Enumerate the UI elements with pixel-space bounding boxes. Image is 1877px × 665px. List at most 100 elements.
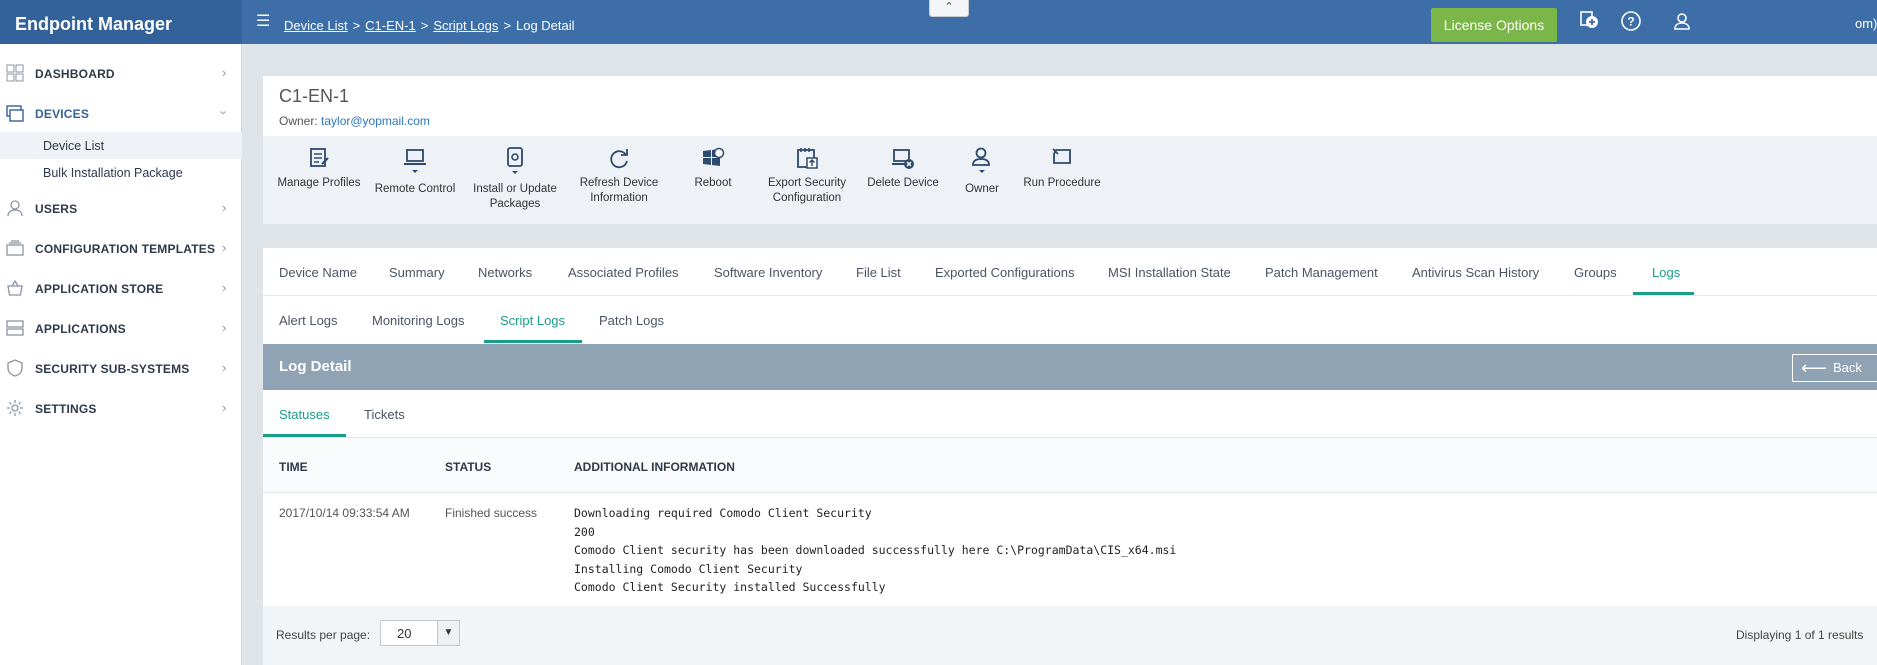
chevron-down-icon: ▼ — [437, 621, 459, 645]
row-time: 2017/10/14 09:33:54 AM — [279, 506, 410, 520]
tab-file-list[interactable]: File List — [856, 265, 901, 280]
sidebar-item-configuration-templates[interactable]: CONFIGURATION TEMPLATES › — [0, 228, 242, 268]
breadcrumb-device[interactable]: C1-EN-1 — [365, 18, 416, 33]
delete-device-icon — [892, 149, 914, 169]
menu-icon[interactable]: ☰ — [256, 14, 270, 30]
sidebar-item-label: SECURITY SUB-SYSTEMS — [35, 362, 190, 376]
subtab-monitoring-logs[interactable]: Monitoring Logs — [372, 313, 465, 328]
tab-tickets[interactable]: Tickets — [364, 407, 405, 422]
toolbar-label: Export Security — [768, 177, 846, 189]
row-additional-information: Downloading required Comodo Client Secur… — [574, 504, 1176, 597]
sidebar-subitem-device-list[interactable]: Device List — [0, 132, 242, 159]
chevron-right-icon: › — [222, 200, 227, 215]
info-line: Downloading required Comodo Client Secur… — [574, 506, 872, 520]
svg-text:?: ? — [1627, 15, 1634, 29]
export-icon — [797, 148, 818, 169]
shield-icon — [7, 359, 23, 377]
refresh-icon — [610, 149, 628, 169]
tab-statuses[interactable]: Statuses — [279, 407, 330, 422]
run-procedure-button[interactable]: Run Procedure — [1017, 146, 1107, 191]
info-line: Installing Comodo Client Security — [574, 561, 803, 576]
install-update-packages-button[interactable]: Install or Update Packages — [463, 146, 567, 212]
toolbar-label: Manage Profiles — [277, 177, 361, 189]
row-status: Finished success — [445, 506, 538, 520]
sidebar-subitem-bulk-installation[interactable]: Bulk Installation Package — [0, 159, 242, 186]
remote-control-button[interactable]: Remote Control — [367, 146, 463, 197]
column-header-time[interactable]: TIME — [279, 460, 308, 474]
sidebar-item-settings[interactable]: SETTINGS › — [0, 388, 242, 428]
license-options-button[interactable]: License Options — [1431, 8, 1557, 42]
log-detail-bar: Log Detail ⟵ Back — [263, 344, 1877, 390]
info-line: Comodo Client Security installed Success… — [574, 580, 886, 595]
chevron-right-icon: › — [222, 65, 227, 80]
sidebar: DASHBOARD › DEVICES › Device List Bulk I… — [0, 44, 242, 665]
sidebar-item-application-store[interactable]: APPLICATION STORE › — [0, 268, 242, 308]
reboot-button[interactable]: Reboot — [671, 146, 755, 191]
sidebar-item-label: APPLICATION STORE — [35, 282, 164, 296]
templates-icon — [6, 240, 24, 256]
tab-associated-profiles[interactable]: Associated Profiles — [568, 265, 679, 280]
breadcrumb-device-list[interactable]: Device List — [284, 18, 348, 33]
toolbar-label: Delete Device — [867, 177, 939, 189]
results-per-page-value: 20 — [397, 626, 412, 641]
device-owner: Owner: taylor@yopmail.com — [279, 114, 430, 128]
pagination-summary: Displaying 1 of 1 results — [1736, 628, 1864, 642]
sidebar-item-users[interactable]: USERS › — [0, 188, 242, 228]
sidebar-item-devices[interactable]: DEVICES › — [0, 93, 242, 133]
results-per-page-select[interactable]: 20 ▼ — [380, 620, 460, 646]
chevron-down-icon: › — [216, 110, 232, 115]
tab-software-inventory[interactable]: Software Inventory — [714, 265, 822, 280]
add-icon[interactable] — [1577, 10, 1601, 34]
subtab-alert-logs[interactable]: Alert Logs — [279, 313, 338, 328]
sidebar-item-security-sub-systems[interactable]: SECURITY SUB-SYSTEMS › — [0, 348, 242, 388]
tab-exported-configurations[interactable]: Exported Configurations — [935, 265, 1074, 280]
laptop-icon — [404, 149, 426, 173]
tab-msi-installation-state[interactable]: MSI Installation State — [1108, 265, 1231, 280]
help-icon[interactable]: ? — [1619, 10, 1643, 34]
sidebar-item-dashboard[interactable]: DASHBOARD › — [0, 53, 242, 93]
back-label: Back — [1833, 360, 1862, 375]
device-tabs: Device Name Summary Networks Associated … — [263, 248, 1877, 296]
tab-patch-management[interactable]: Patch Management — [1265, 265, 1378, 280]
active-tab-indicator — [1633, 292, 1694, 295]
arrow-left-icon: ⟵ — [1801, 358, 1827, 378]
export-security-configuration-button[interactable]: Export Security Configuration — [755, 146, 859, 206]
status-tabs: Statuses Tickets — [263, 390, 1877, 438]
owner-button[interactable]: Owner — [947, 146, 1017, 197]
tab-device-name[interactable]: Device Name — [279, 265, 357, 280]
devices-icon — [6, 105, 24, 122]
log-table: TIME STATUS ADDITIONAL INFORMATION 2017/… — [263, 438, 1877, 606]
app-title: Endpoint Manager — [0, 0, 242, 44]
sidebar-item-label: USERS — [35, 202, 78, 216]
top-header: Endpoint Manager ☰ Device List > C1-EN-1 > S… — [0, 0, 1877, 44]
applications-icon — [6, 320, 24, 336]
store-icon — [7, 279, 23, 296]
chevron-right-icon: > — [420, 18, 429, 33]
column-header-additional-information[interactable]: ADDITIONAL INFORMATION — [574, 460, 735, 474]
sidebar-item-applications[interactable]: APPLICATIONS › — [0, 308, 242, 348]
tab-groups[interactable]: Groups — [1574, 265, 1617, 280]
package-icon — [507, 147, 523, 174]
collapse-header-button[interactable]: ⌃ — [929, 0, 969, 17]
tab-networks[interactable]: Networks — [478, 265, 532, 280]
breadcrumb-current: Log Detail — [515, 18, 575, 33]
tab-summary[interactable]: Summary — [389, 265, 445, 280]
subtab-patch-logs[interactable]: Patch Logs — [599, 313, 664, 328]
owner-email-link[interactable]: taylor@yopmail.com — [321, 114, 430, 128]
manage-profiles-button[interactable]: Manage Profiles — [271, 146, 367, 191]
tab-antivirus-scan-history[interactable]: Antivirus Scan History — [1412, 265, 1539, 280]
delete-device-button[interactable]: Delete Device — [859, 146, 947, 191]
column-header-status[interactable]: STATUS — [445, 460, 491, 474]
sidebar-item-label: CONFIGURATION TEMPLATES — [35, 242, 216, 256]
back-button[interactable]: ⟵ Back — [1792, 354, 1877, 382]
user-profile-icon[interactable] — [1670, 10, 1694, 34]
subtab-script-logs[interactable]: Script Logs — [500, 313, 565, 328]
chevron-right-icon: › — [222, 280, 227, 295]
log-subtabs: Alert Logs Monitoring Logs Script Logs P… — [263, 296, 1877, 344]
refresh-device-information-button[interactable]: Refresh Device Information — [567, 146, 671, 206]
breadcrumb-script-logs[interactable]: Script Logs — [433, 18, 498, 33]
breadcrumb: Device List > C1-EN-1 > Script Logs > Log Deta… — [284, 18, 575, 33]
user-name[interactable]: om) — [1855, 16, 1877, 31]
tab-logs[interactable]: Logs — [1652, 265, 1680, 280]
sidebar-item-label: APPLICATIONS — [35, 322, 126, 336]
